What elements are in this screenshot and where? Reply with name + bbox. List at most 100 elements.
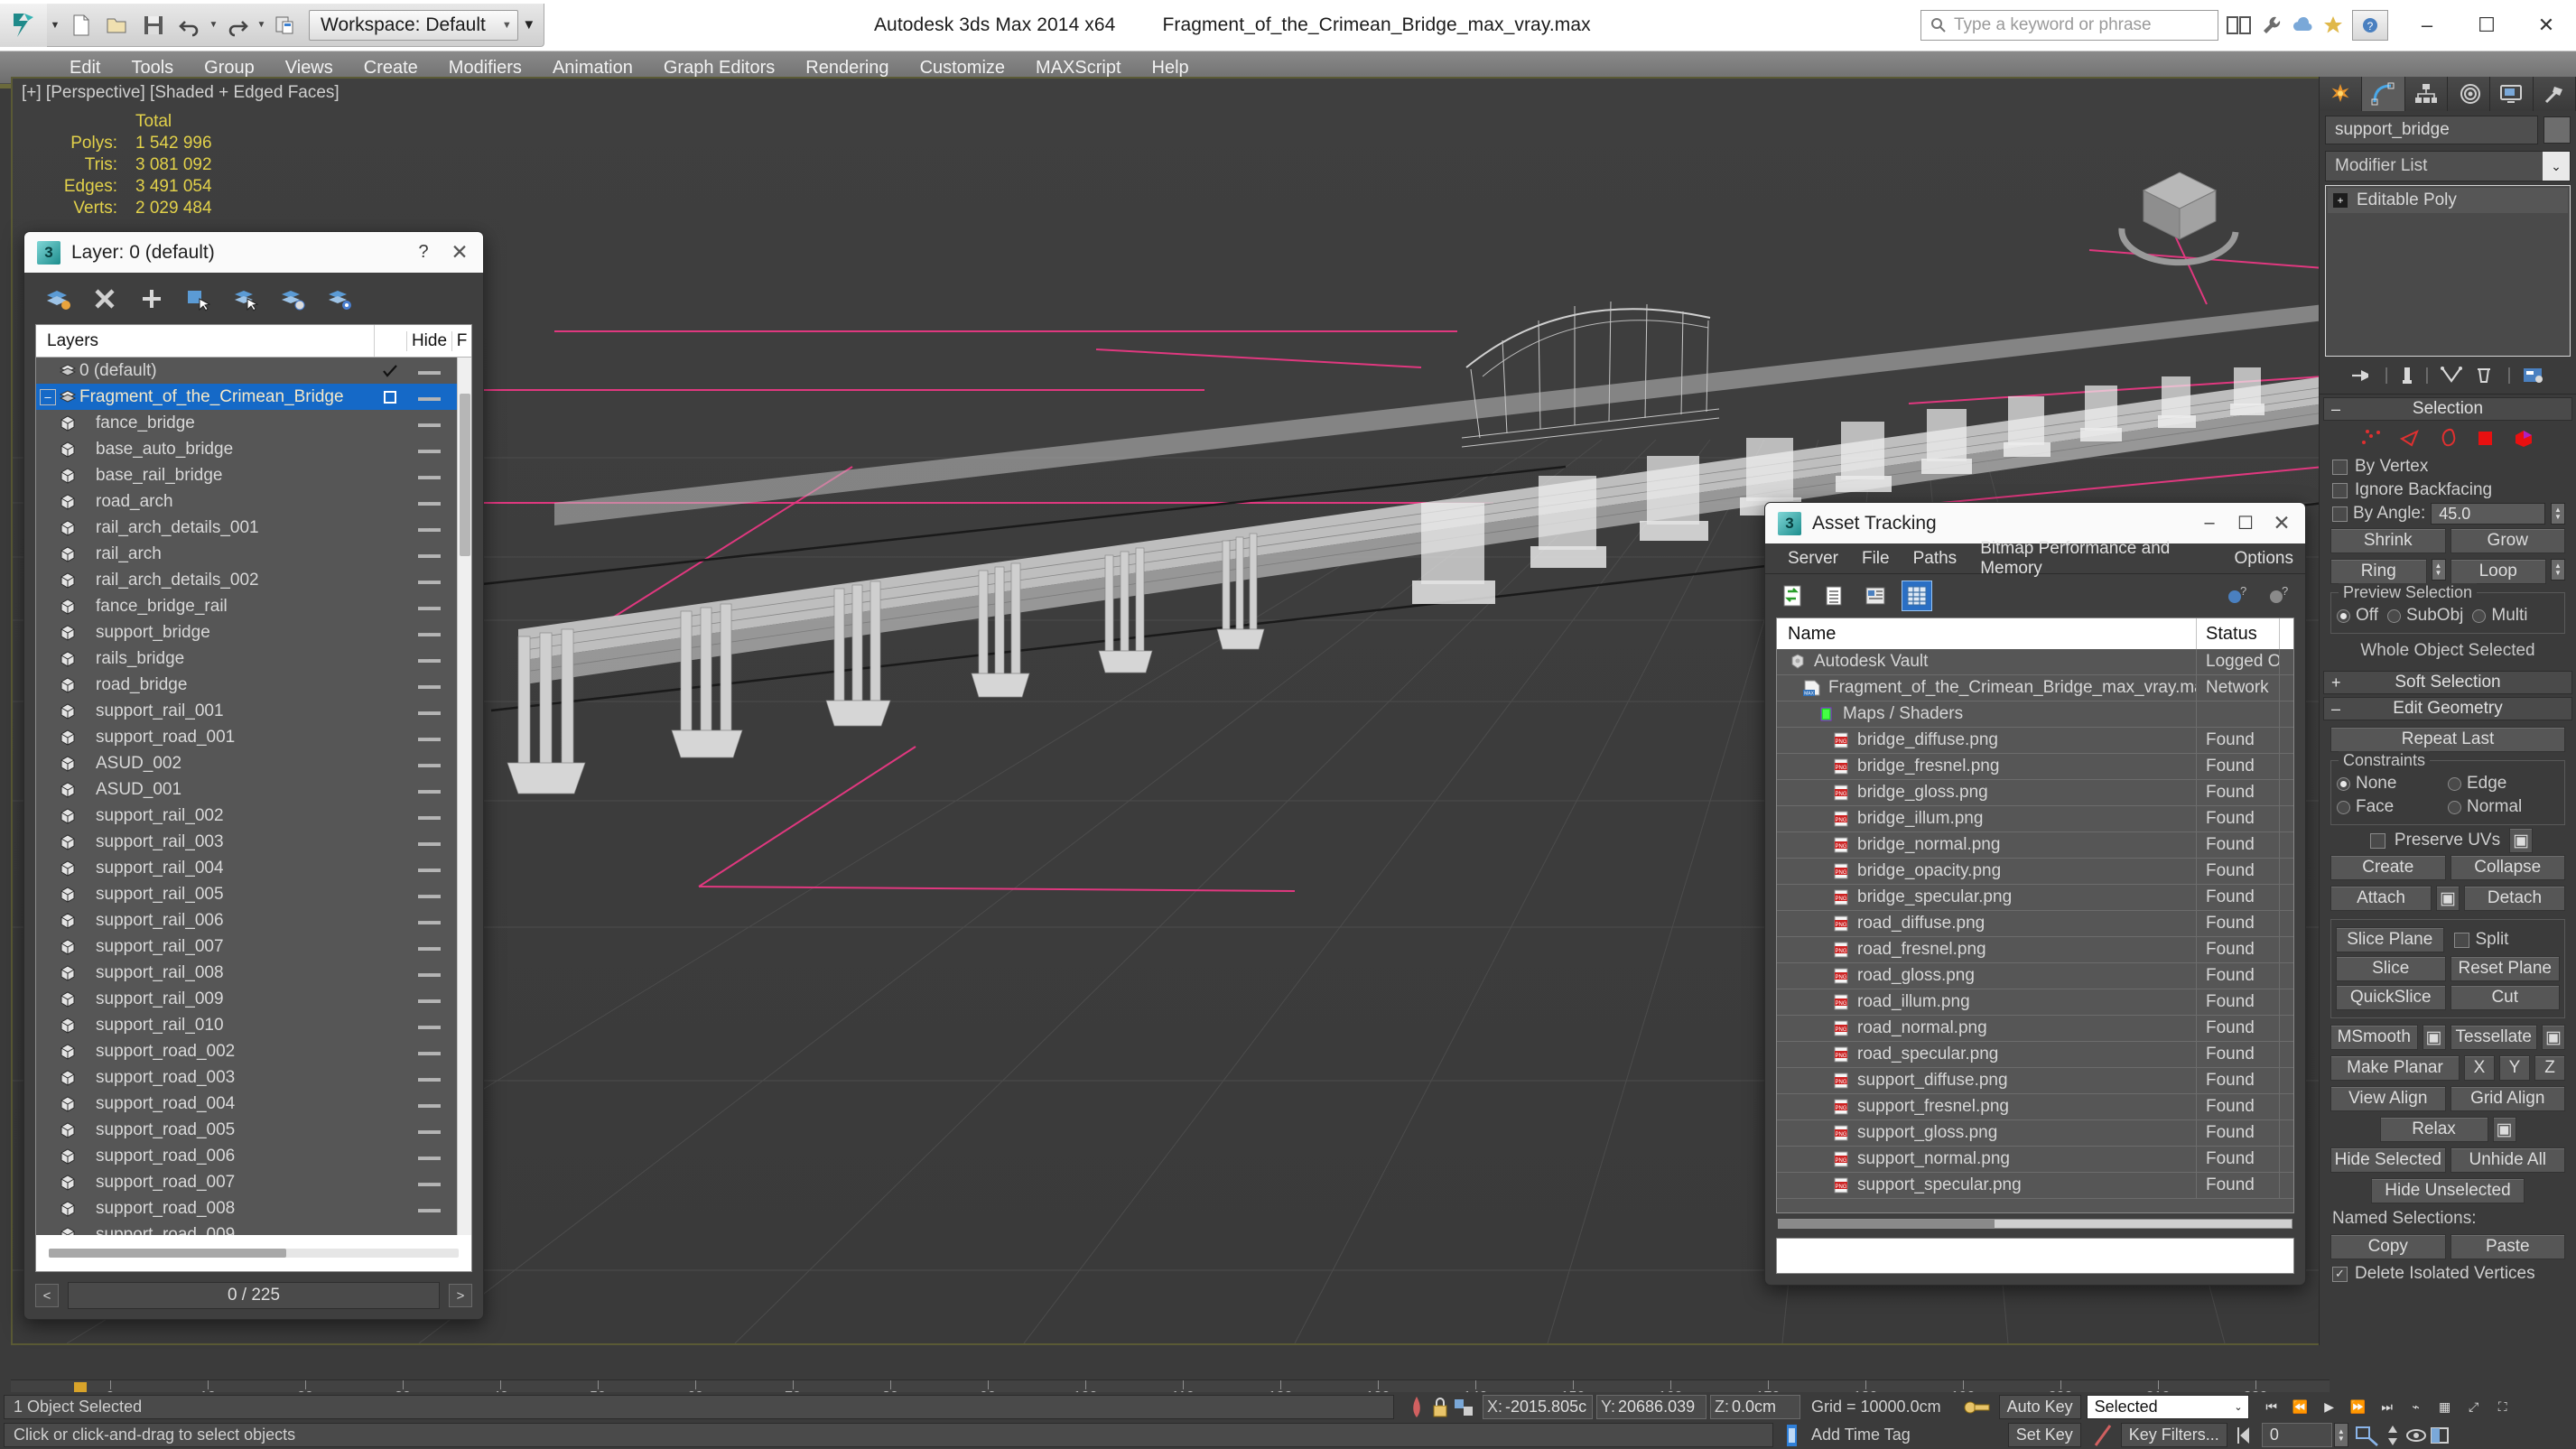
layer-row[interactable]: support_rail_006 ▬▬ <box>36 907 471 933</box>
workspace-menu-icon[interactable]: ▼ <box>518 17 540 33</box>
layer-row[interactable]: base_auto_bridge ▬▬ <box>36 436 471 462</box>
by-vertex-row[interactable]: By Vertex <box>2325 455 2571 478</box>
by-angle-spinner[interactable]: ▲ ▼ <box>2551 503 2565 525</box>
asset-row[interactable]: PNG road_specular.png Found <box>1777 1042 2293 1068</box>
layer-hide-toggle[interactable]: ▬▬ <box>406 887 451 901</box>
layer-row[interactable]: support_rail_007 ▬▬ <box>36 933 471 960</box>
rollup-edit-geometry[interactable]: – Edit Geometry <box>2323 697 2572 720</box>
layer-row[interactable]: base_rail_bridge ▬▬ <box>36 462 471 488</box>
undo-icon[interactable] <box>172 7 208 43</box>
asset-row[interactable]: PNG road_gloss.png Found <box>1777 963 2293 989</box>
layer-row[interactable]: support_rail_003 ▬▬ <box>36 829 471 855</box>
layer-row[interactable]: rail_arch_details_002 ▬▬ <box>36 567 471 593</box>
preserve-uvs-checkbox[interactable] <box>2369 832 2385 849</box>
layer-row[interactable]: support_rail_001 ▬▬ <box>36 698 471 724</box>
layer-expander-icon[interactable]: – <box>40 388 56 405</box>
asset-row[interactable]: Maps / Shaders <box>1777 701 2293 728</box>
next-frame-button[interactable]: ⏩ <box>2345 1395 2372 1420</box>
tab-display[interactable] <box>2490 77 2534 111</box>
layer-current-marker[interactable] <box>374 364 406 378</box>
reset-plane-button[interactable]: Reset Plane <box>2450 956 2560 981</box>
delete-layer-icon[interactable] <box>89 283 120 314</box>
ignore-backfacing-row[interactable]: Ignore Backfacing <box>2325 478 2571 502</box>
preview-subobj-row[interactable]: SubObj <box>2387 604 2463 627</box>
by-angle-checkbox[interactable] <box>2332 506 2348 522</box>
layer-hide-toggle[interactable]: ▬▬ <box>406 940 451 953</box>
zoom-extents-button[interactable]: ⤢ <box>2460 1395 2488 1420</box>
msmooth-button[interactable]: MSmooth <box>2330 1025 2418 1050</box>
constraint-edge-radio[interactable] <box>2448 776 2461 791</box>
layer-properties-icon[interactable] <box>324 283 355 314</box>
layer-hide-toggle[interactable]: ▬▬ <box>406 573 451 587</box>
layer-row[interactable]: support_road_007 ▬▬ <box>36 1169 471 1195</box>
tab-motion[interactable] <box>2447 77 2491 111</box>
preview-subobj-radio[interactable] <box>2387 608 2401 623</box>
auto-key-button[interactable]: Auto Key <box>1998 1395 2081 1419</box>
logo-dropdown-caret[interactable]: ▼ <box>47 20 63 31</box>
path-editor-icon[interactable] <box>1861 581 1890 610</box>
object-name-field[interactable]: support_bridge <box>2325 116 2538 144</box>
constraint-normal-radio[interactable] <box>2448 800 2461 814</box>
layer-row[interactable]: fance_bridge_rail ▬▬ <box>36 593 471 619</box>
layer-hide-toggle[interactable]: ▬▬ <box>406 835 451 849</box>
layer-hide-toggle[interactable]: ▬▬ <box>406 1045 451 1058</box>
layer-hide-toggle[interactable]: ▬▬ <box>406 678 451 692</box>
rollup-soft-selection[interactable]: + Soft Selection <box>2323 671 2572 694</box>
tab-hierarchy[interactable] <box>2404 77 2448 111</box>
make-planar-button[interactable]: Make Planar <box>2330 1055 2460 1081</box>
hide-selected-button[interactable]: Hide Selected <box>2330 1147 2446 1173</box>
grid-align-button[interactable]: Grid Align <box>2450 1086 2565 1111</box>
asset-row[interactable]: PNG bridge_diffuse.png Found <box>1777 728 2293 754</box>
asset-menu-options[interactable]: Options <box>2223 547 2305 571</box>
key-filter-icon[interactable] <box>2090 1422 2116 1449</box>
slice-plane-button[interactable]: Slice Plane <box>2336 927 2444 952</box>
layer-row[interactable]: support_bridge ▬▬ <box>36 619 471 646</box>
by-vertex-checkbox[interactable] <box>2332 459 2348 475</box>
asset-menu-paths[interactable]: Paths <box>1902 547 1969 571</box>
edge-subobject-icon[interactable] <box>2399 428 2423 448</box>
layer-hide-toggle[interactable]: ▬▬ <box>406 521 451 534</box>
layer-hide-toggle[interactable]: ▬▬ <box>406 757 451 770</box>
layer-row[interactable]: support_rail_002 ▬▬ <box>36 803 471 829</box>
layer-row[interactable]: support_road_006 ▬▬ <box>36 1143 471 1169</box>
relax-button[interactable]: Relax <box>2379 1117 2488 1142</box>
preview-multi-row[interactable]: Multi <box>2472 604 2528 627</box>
layer-row[interactable]: support_road_003 ▬▬ <box>36 1064 471 1091</box>
maximize-viewport-button[interactable]: ⛶ <box>2489 1395 2516 1420</box>
add-selection-to-layer-icon[interactable] <box>230 283 261 314</box>
star-icon[interactable] <box>2321 14 2345 37</box>
element-subobject-icon[interactable] <box>2513 428 2536 448</box>
by-angle-row[interactable]: By Angle: 45.0 ▲ ▼ <box>2325 502 2571 525</box>
layer-hide-toggle[interactable]: ▬▬ <box>406 469 451 482</box>
redo-dropdown-caret[interactable]: ▼ <box>256 7 267 43</box>
tessellate-button[interactable]: Tessellate <box>2450 1025 2537 1050</box>
add-layer-icon[interactable] <box>136 283 167 314</box>
cut-button[interactable]: Cut <box>2450 985 2560 1010</box>
goto-end-button[interactable]: ⏭ <box>2374 1395 2401 1420</box>
layer-row[interactable]: rail_arch_details_001 ▬▬ <box>36 515 471 541</box>
z-coordinate-field[interactable]: Z: 0.0cm <box>1710 1395 1800 1419</box>
asset-table[interactable]: Name Status Autodesk Vault Logged O MAX Fra… <box>1776 618 2294 1213</box>
constraint-none-radio[interactable] <box>2337 776 2350 791</box>
view-align-button[interactable]: View Align <box>2330 1086 2446 1111</box>
layer-hide-toggle[interactable]: ▬▬ <box>406 442 451 456</box>
project-folder-icon[interactable] <box>267 7 303 43</box>
layer-hide-toggle[interactable]: ▬▬ <box>406 783 451 796</box>
help-asset-icon-2[interactable]: ? <box>2264 581 2292 610</box>
ring-spinner[interactable]: ▲ ▼ <box>2431 559 2446 581</box>
asset-horizontal-scrollbar[interactable] <box>1778 1219 2292 1229</box>
asset-row[interactable]: PNG road_normal.png Found <box>1777 1016 2293 1042</box>
maximize-button[interactable]: ☐ <box>2457 0 2516 51</box>
preserve-uvs-row[interactable]: Preserve UVs ▣ <box>2325 828 2571 853</box>
grid-toggle-icon[interactable] <box>2226 14 2253 37</box>
layer-hide-toggle[interactable]: ▬▬ <box>406 730 451 744</box>
layer-horizontal-scrollbar[interactable] <box>49 1249 459 1258</box>
layer-hide-toggle[interactable]: ▬▬ <box>406 1071 451 1084</box>
layer-row[interactable]: support_road_009 ▬▬ <box>36 1221 471 1235</box>
unhide-all-button[interactable]: Unhide All <box>2450 1147 2565 1173</box>
set-current-layer-icon[interactable] <box>277 283 308 314</box>
layer-row[interactable]: support_rail_009 ▬▬ <box>36 986 471 1012</box>
table-view-icon[interactable] <box>1902 581 1932 611</box>
layer-row[interactable]: road_bridge ▬▬ <box>36 672 471 698</box>
key-mode-toggle-button[interactable]: ⌁ <box>2403 1395 2430 1420</box>
